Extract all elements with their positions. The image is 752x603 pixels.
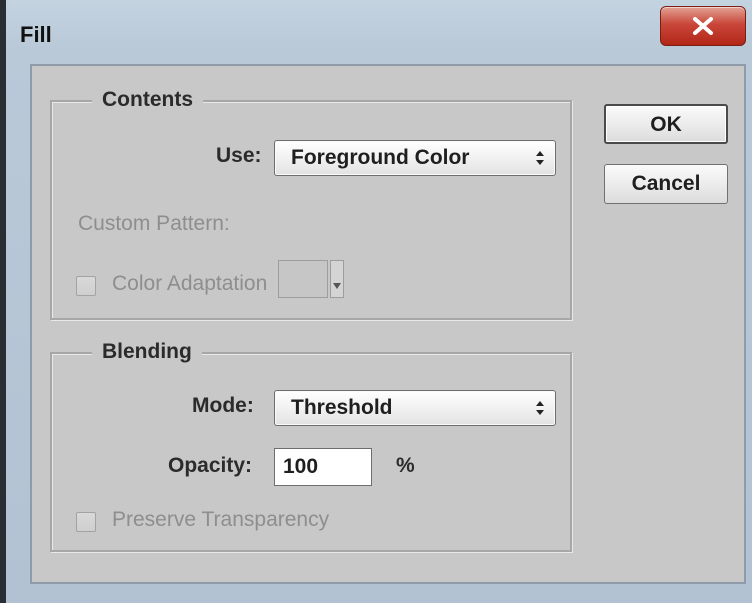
color-adaptation-label[interactable]: Color Adaptation bbox=[112, 272, 267, 296]
opacity-label: Opacity: bbox=[168, 454, 253, 477]
close-icon bbox=[692, 17, 714, 35]
opacity-input[interactable]: 100 bbox=[274, 448, 372, 486]
custom-pattern-label: Custom Pattern: bbox=[78, 212, 230, 235]
use-select[interactable]: Foreground Color bbox=[274, 140, 556, 176]
use-select-value: Foreground Color bbox=[291, 146, 470, 169]
close-button[interactable] bbox=[660, 6, 746, 46]
blending-group: Blending Mode: Threshold Opacity: 100 % … bbox=[50, 340, 572, 552]
preserve-transparency-label[interactable]: Preserve Transparency bbox=[112, 508, 329, 532]
opacity-unit: % bbox=[396, 454, 415, 477]
ok-button[interactable]: OK bbox=[604, 104, 728, 144]
title-bar[interactable]: Fill bbox=[12, 0, 752, 64]
up-down-arrows-icon bbox=[535, 150, 545, 171]
custom-pattern-swatch[interactable] bbox=[278, 260, 328, 298]
preserve-transparency-checkbox[interactable] bbox=[76, 512, 96, 532]
contents-legend: Contents bbox=[92, 88, 203, 112]
dialog-body: Contents Use: Foreground Color Custom Pa… bbox=[30, 64, 746, 584]
use-label: Use: bbox=[216, 144, 262, 167]
mode-label: Mode: bbox=[192, 394, 254, 417]
color-adaptation-checkbox[interactable] bbox=[76, 276, 96, 296]
cancel-button[interactable]: Cancel bbox=[604, 164, 728, 204]
up-down-arrows-icon bbox=[535, 400, 545, 421]
blending-legend: Blending bbox=[92, 340, 202, 364]
custom-pattern-dropdown[interactable] bbox=[330, 260, 344, 298]
chevron-down-icon bbox=[333, 276, 341, 294]
mode-select[interactable]: Threshold bbox=[274, 390, 556, 426]
mode-select-value: Threshold bbox=[291, 396, 393, 419]
window-title: Fill bbox=[20, 22, 52, 47]
fill-dialog-window: Fill Contents Use: Foreground Color Cust… bbox=[0, 0, 752, 603]
